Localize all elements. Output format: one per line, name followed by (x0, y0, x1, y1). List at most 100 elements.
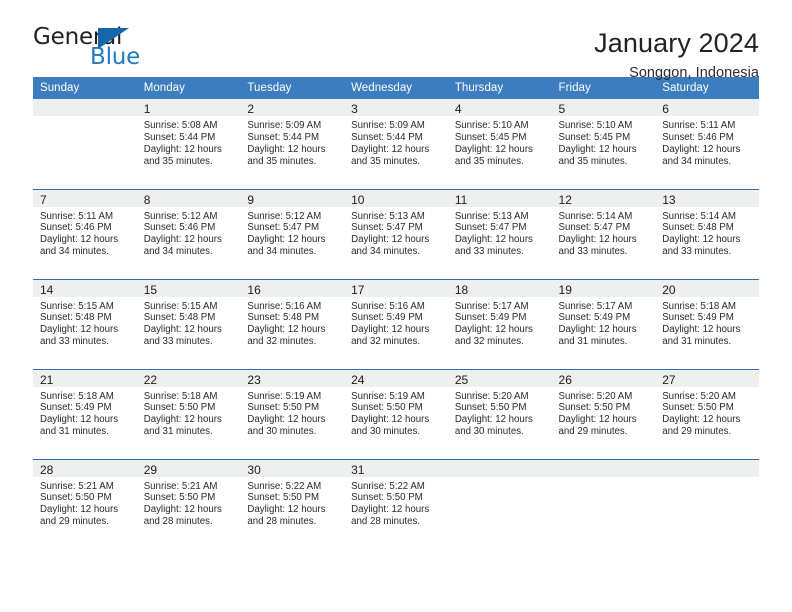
day-details: Sunrise: 5:09 AM Sunset: 5:44 PM Daylight:… (240, 116, 344, 168)
daylight-duration-line1: Daylight: 12 hours (454, 234, 533, 246)
calendar-day-cell[interactable]: 4 Sunrise: 5:10 AM Sunset: 5:45 PM Daylight… (447, 99, 552, 189)
day-details: Sunrise: 5:22 AM Sunset: 5:50 PM Daylight:… (240, 477, 344, 529)
calendar-day-cell[interactable]: 10 Sunrise: 5:13 AM Sunset: 5:47 PM Dayligh… (344, 188, 448, 279)
day-details: Sunrise: 5:09 AM Sunset: 5:44 PM Daylight:… (344, 116, 448, 168)
calendar-day-cell[interactable]: 24 Sunrise: 5:19 AM Sunset: 5:50 PM Dayligh… (344, 368, 448, 459)
sunrise-time: Sunrise: 5:10 AM (454, 120, 529, 131)
sunset-time: Sunset: 5:45 PM (454, 131, 527, 143)
day-number: 6 (662, 102, 669, 116)
daylight-duration-line2: and 29 minutes. (662, 426, 732, 438)
sunset-time: Sunset: 5:47 PM (454, 222, 527, 234)
calendar-day-cell[interactable]: 27 Sunrise: 5:20 AM Sunset: 5:50 PM Dayligh… (655, 368, 759, 459)
calendar-day-cell[interactable]: 23 Sunrise: 5:19 AM Sunset: 5:50 PM Dayligh… (240, 368, 345, 459)
calendar-day-cell[interactable]: 16 Sunrise: 5:16 AM Sunset: 5:48 PM Dayligh… (240, 278, 345, 369)
sunrise-time: Sunrise: 5:11 AM (40, 210, 114, 222)
daylight-duration-line1: Daylight: 12 hours (558, 234, 637, 246)
sunset-time: Sunset: 5:50 PM (247, 402, 320, 414)
daylight-duration-line2: and 33 minutes. (558, 246, 628, 258)
daylight-duration-line1: Daylight: 12 hours (351, 414, 430, 426)
calendar-day-cell[interactable]: 22 Sunrise: 5:18 AM Sunset: 5:50 PM Dayligh… (136, 368, 241, 459)
calendar-day-cell[interactable]: 2 Sunrise: 5:09 AM Sunset: 5:44 PM Daylight… (240, 99, 345, 189)
sunrise-time: Sunrise: 5:21 AM (143, 480, 218, 492)
day-number: 29 (143, 462, 158, 477)
daylight-duration-line1: Daylight: 12 hours (143, 504, 222, 516)
daylight-duration-line1: Daylight: 12 hours (247, 504, 326, 516)
daylight-duration-line1: Daylight: 12 hours (662, 234, 741, 246)
day-number: 21 (40, 372, 54, 387)
calendar-day-cell[interactable]: 11 Sunrise: 5:13 AM Sunset: 5:47 PM Dayligh… (447, 188, 552, 279)
day-number: 13 (662, 192, 676, 207)
day-number: 12 (558, 192, 572, 207)
daylight-duration-line1: Daylight: 12 hours (558, 414, 637, 426)
calendar-day-cell[interactable]: 13 Sunrise: 5:14 AM Sunset: 5:48 PM Dayligh… (655, 188, 759, 279)
calendar-day-cell[interactable]: 20 Sunrise: 5:18 AM Sunset: 5:49 PM Dayligh… (655, 278, 759, 369)
day-number: 17 (351, 282, 365, 297)
calendar-day-cell-empty (551, 458, 656, 549)
weekday-header-sunday: Sunday (33, 77, 137, 99)
sunrise-time: Sunrise: 5:15 AM (143, 300, 218, 312)
calendar-day-cell[interactable]: 30 Sunrise: 5:22 AM Sunset: 5:50 PM Dayligh… (240, 458, 345, 549)
sunrise-time: Sunrise: 5:22 AM (247, 480, 322, 492)
calendar-day-cell[interactable]: 21 Sunrise: 5:18 AM Sunset: 5:49 PM Dayligh… (33, 368, 137, 459)
calendar-day-cell[interactable]: 19 Sunrise: 5:17 AM Sunset: 5:49 PM Dayligh… (551, 278, 656, 369)
daylight-duration-line1: Daylight: 12 hours (40, 234, 119, 246)
daylight-duration-line1: Daylight: 12 hours (662, 324, 741, 336)
sunrise-time: Sunrise: 5:14 AM (558, 210, 633, 222)
daylight-duration-line1: Daylight: 12 hours (40, 504, 119, 516)
calendar-day-cell-empty (447, 458, 552, 549)
calendar-day-cell[interactable]: 26 Sunrise: 5:20 AM Sunset: 5:50 PM Dayligh… (551, 368, 656, 459)
calendar-day-cell[interactable]: 29 Sunrise: 5:21 AM Sunset: 5:50 PM Dayligh… (136, 458, 241, 549)
daylight-duration-line1: Daylight: 12 hours (247, 414, 326, 426)
calendar-day-cell[interactable]: 14 Sunrise: 5:15 AM Sunset: 5:48 PM Dayligh… (33, 278, 137, 369)
day-details: Sunrise: 5:15 AM Sunset: 5:48 PM Daylight:… (137, 297, 241, 349)
daylight-duration-line2: and 35 minutes. (454, 155, 524, 167)
day-number-band: 5 (551, 99, 656, 116)
day-number: 20 (662, 282, 676, 297)
calendar-day-cell[interactable]: 7 Sunrise: 5:11 AM Sunset: 5:46 PM Daylight… (33, 188, 137, 279)
sunset-time: Sunset: 5:46 PM (143, 222, 216, 234)
sunrise-time: Sunrise: 5:10 AM (558, 120, 633, 131)
day-details: Sunrise: 5:17 AM Sunset: 5:49 PM Daylight:… (448, 297, 552, 349)
daylight-duration-line2: and 35 minutes. (143, 155, 213, 167)
sunrise-time: Sunrise: 5:16 AM (247, 300, 322, 312)
calendar-day-cell[interactable]: 15 Sunrise: 5:15 AM Sunset: 5:48 PM Dayligh… (136, 278, 241, 369)
daylight-duration-line2: and 28 minutes. (247, 516, 317, 528)
daylight-duration-line2: and 32 minutes. (247, 336, 317, 348)
sunset-time: Sunset: 5:50 PM (351, 492, 423, 504)
page-header: General Blue January 2024 Songgon, Indon… (33, 0, 759, 82)
daylight-duration-line1: Daylight: 12 hours (247, 143, 326, 155)
calendar-day-cell[interactable]: 6 Sunrise: 5:11 AM Sunset: 5:46 PM Daylight… (655, 99, 759, 189)
day-number-band: 23 (240, 369, 345, 387)
calendar-day-cell[interactable]: 28 Sunrise: 5:21 AM Sunset: 5:50 PM Dayligh… (33, 458, 137, 549)
general-blue-logo[interactable]: General Blue (33, 26, 183, 74)
calendar-day-cell[interactable]: 25 Sunrise: 5:20 AM Sunset: 5:50 PM Dayligh… (447, 368, 552, 459)
daylight-duration-line2: and 34 minutes. (247, 246, 317, 258)
calendar-day-cell[interactable]: 17 Sunrise: 5:16 AM Sunset: 5:49 PM Dayligh… (344, 278, 448, 369)
sunset-time: Sunset: 5:50 PM (40, 492, 112, 504)
sunset-time: Sunset: 5:50 PM (662, 402, 734, 414)
day-number-band: 17 (344, 279, 448, 297)
sunrise-time: Sunrise: 5:11 AM (662, 120, 736, 131)
calendar-day-cell[interactable]: 12 Sunrise: 5:14 AM Sunset: 5:47 PM Dayligh… (551, 188, 656, 279)
sunrise-time: Sunrise: 5:12 AM (247, 210, 322, 222)
day-number-band (655, 459, 759, 477)
day-number-band: 26 (551, 369, 656, 387)
weekday-header-monday: Monday (136, 77, 241, 99)
page-subtitle: Songgon, Indonesia (629, 65, 759, 82)
calendar-day-cell[interactable]: 1 Sunrise: 5:08 AM Sunset: 5:44 PM Daylight… (136, 99, 241, 189)
calendar-day-cell[interactable]: 3 Sunrise: 5:09 AM Sunset: 5:44 PM Daylight… (344, 99, 448, 189)
calendar-day-cell[interactable]: 8 Sunrise: 5:12 AM Sunset: 5:46 PM Daylight… (136, 188, 241, 279)
day-details: Sunrise: 5:08 AM Sunset: 5:44 PM Daylight:… (137, 116, 241, 168)
calendar-day-cell[interactable]: 31 Sunrise: 5:22 AM Sunset: 5:50 PM Dayligh… (344, 458, 448, 549)
day-number: 1 (143, 102, 151, 116)
day-details: Sunrise: 5:20 AM Sunset: 5:50 PM Daylight:… (448, 387, 552, 439)
calendar-week-row: 28 Sunrise: 5:21 AM Sunset: 5:50 PM Dayligh… (33, 458, 759, 549)
day-number-band (447, 459, 552, 477)
day-number-band: 9 (240, 189, 345, 207)
calendar-day-cell[interactable]: 18 Sunrise: 5:17 AM Sunset: 5:49 PM Dayligh… (447, 278, 552, 369)
daylight-duration-line2: and 29 minutes. (558, 426, 628, 438)
calendar-day-cell[interactable]: 9 Sunrise: 5:12 AM Sunset: 5:47 PM Daylight… (240, 188, 345, 279)
daylight-duration-line1: Daylight: 12 hours (143, 324, 222, 336)
calendar-day-cell[interactable]: 5 Sunrise: 5:10 AM Sunset: 5:45 PM Daylight… (551, 99, 656, 189)
day-number-band: 11 (447, 189, 552, 207)
